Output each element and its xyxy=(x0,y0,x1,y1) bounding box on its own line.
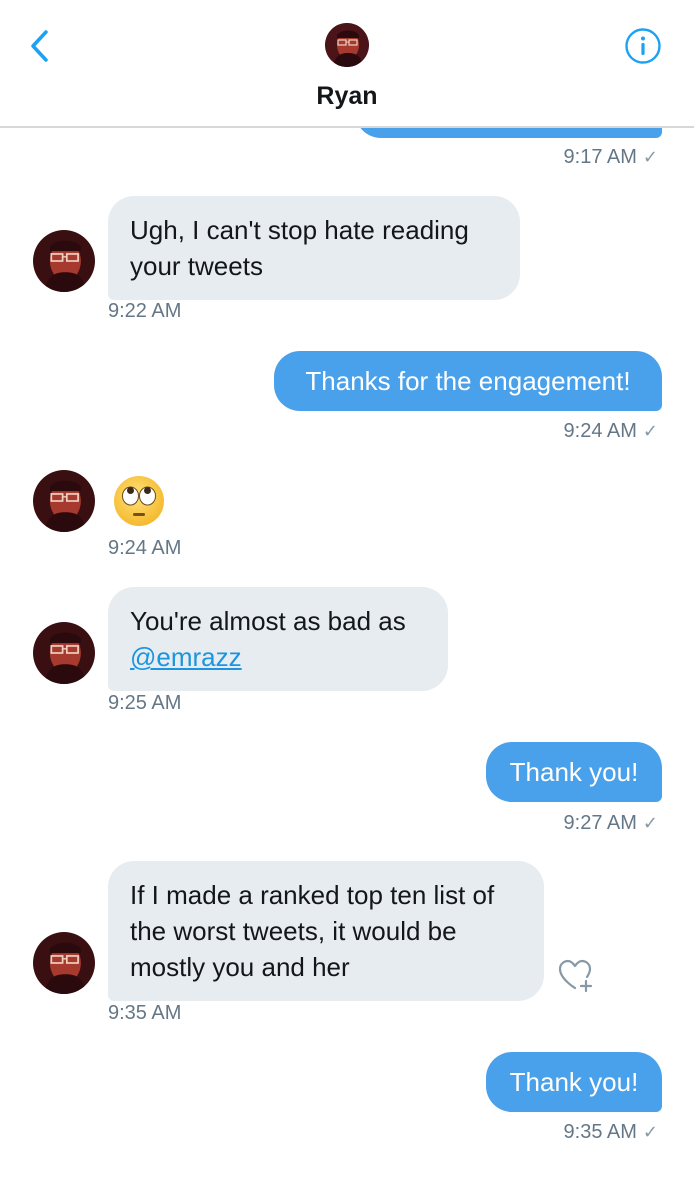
avatar-image xyxy=(325,23,369,67)
read-receipt-icon: ✓ xyxy=(642,421,658,441)
read-receipt-icon: ✓ xyxy=(642,147,658,167)
read-receipt-icon: ✓ xyxy=(642,1122,658,1142)
sender-avatar[interactable] xyxy=(33,622,95,684)
message-timestamp: 9:24 AM ✓ xyxy=(563,420,658,442)
outgoing-message-bubble[interactable]: Thank you! xyxy=(486,742,662,802)
info-icon xyxy=(625,28,661,64)
incoming-message-bubble[interactable]: If I made a ranked top ten list of the w… xyxy=(108,861,544,1001)
read-receipt-icon: ✓ xyxy=(642,813,658,833)
sender-avatar[interactable] xyxy=(33,470,95,532)
avatar-image xyxy=(33,932,95,994)
incoming-message-bubble[interactable]: You're almost as bad as @emrazz xyxy=(108,587,448,691)
message-timestamp: 9:24 AM xyxy=(108,537,182,559)
incoming-message-bubble[interactable]: Ugh, I can't stop hate reading your twee… xyxy=(108,196,520,300)
heart-add-icon[interactable] xyxy=(556,957,594,993)
message-timestamp: 9:35 AM xyxy=(108,1002,182,1024)
outgoing-message-bubble[interactable]: Thanks for the engagement! xyxy=(274,351,662,411)
avatar-image xyxy=(33,470,95,532)
avatar-image xyxy=(33,230,95,292)
chevron-left-icon xyxy=(31,30,48,62)
face-with-rolling-eyes-icon[interactable] xyxy=(112,474,166,528)
avatar-image xyxy=(33,622,95,684)
contact-avatar[interactable] xyxy=(325,23,369,67)
info-button[interactable] xyxy=(624,27,662,65)
sender-avatar[interactable] xyxy=(33,932,95,994)
back-button[interactable] xyxy=(26,26,56,66)
message-timestamp: 9:27 AM ✓ xyxy=(563,812,658,834)
message-text: You're almost as bad as xyxy=(130,606,406,636)
sender-avatar[interactable] xyxy=(33,230,95,292)
conversation-header: Ryan xyxy=(0,0,694,128)
message-timestamp: 9:22 AM xyxy=(108,300,182,322)
message-timestamp: 9:25 AM xyxy=(108,692,182,714)
contact-name[interactable]: Ryan xyxy=(0,82,694,111)
message-timestamp: 9:35 AM ✓ xyxy=(563,1121,658,1143)
outgoing-message-bubble[interactable]: Thank you! xyxy=(486,1052,662,1112)
message-timestamp: 9:17 AM ✓ xyxy=(563,146,658,168)
mention-link[interactable]: @emrazz xyxy=(130,642,242,672)
